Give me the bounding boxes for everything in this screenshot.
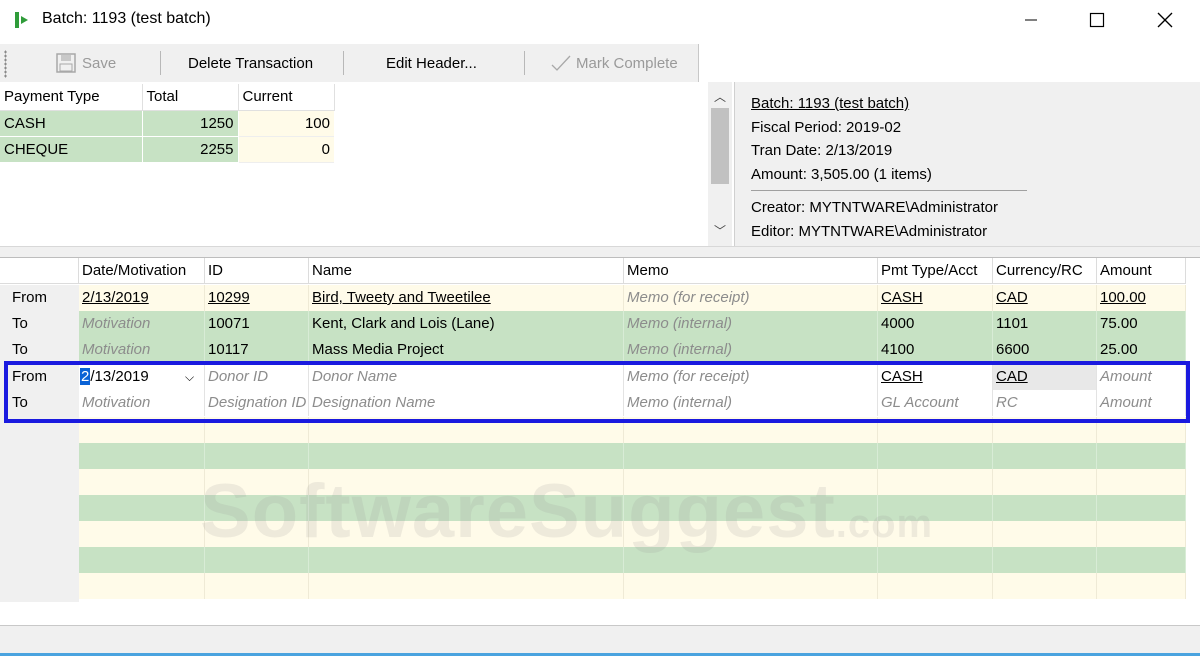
scrollbar-thumb[interactable]	[711, 108, 729, 184]
name-cell[interactable]: Kent, Clark and Lois (Lane)	[309, 311, 624, 337]
column-header-current[interactable]: Current	[238, 84, 335, 111]
toolbar-separator	[160, 51, 161, 75]
vertical-scrollbar[interactable]: ︿ ﹀	[708, 82, 732, 246]
toolbar: Save Delete Transaction Edit Header... M…	[0, 44, 699, 82]
minimize-icon	[1025, 19, 1037, 21]
checkmark-icon	[551, 55, 571, 71]
id-cell[interactable]: 10299	[205, 285, 309, 311]
currency-cell[interactable]: CAD	[993, 285, 1097, 311]
column-header-id[interactable]: ID	[205, 258, 309, 284]
table-row[interactable]: CASH 1250 100	[0, 110, 334, 137]
rc-cell[interactable]: 6600	[993, 337, 1097, 363]
divider	[751, 190, 1027, 191]
total-cell: 1250	[142, 110, 239, 137]
save-button[interactable]: Save	[56, 44, 116, 82]
batch-link[interactable]: Batch: 1193 (test batch)	[751, 92, 1027, 116]
status-bar	[0, 626, 1200, 656]
empty-row	[79, 443, 1186, 469]
batch-info-panel: Batch: 1193 (test batch) Fiscal Period: …	[751, 92, 1027, 243]
save-icon	[56, 53, 76, 73]
panel-splitter[interactable]	[0, 246, 1200, 258]
column-header-total[interactable]: Total	[142, 84, 239, 111]
total-cell: 2255	[142, 136, 239, 163]
title-bar: Batch: 1193 (test batch)	[0, 0, 1200, 40]
name-cell[interactable]: Mass Media Project	[309, 337, 624, 363]
empty-row	[79, 573, 1186, 599]
row-label: To	[12, 315, 28, 332]
memo-cell[interactable]: Memo (internal)	[624, 311, 878, 337]
row-label: To	[12, 341, 28, 358]
table-row[interactable]: Motivation 10117 Mass Media Project Memo…	[79, 337, 1186, 363]
editor: Editor: MYTNTWARE\Administrator	[751, 222, 988, 240]
column-header-pmt-type[interactable]: Pmt Type/Acct	[878, 258, 993, 284]
motivation-cell[interactable]: Motivation	[79, 337, 205, 363]
empty-row	[79, 469, 1186, 495]
amount-cell[interactable]: 75.00	[1097, 311, 1186, 337]
edit-header-button[interactable]: Edit Header...	[386, 44, 477, 82]
table-header-row: Payment Type Total Current	[0, 84, 335, 111]
name-cell[interactable]: Bird, Tweety and Tweetilee	[309, 285, 624, 311]
account-cell[interactable]: 4000	[878, 311, 993, 337]
motivation-cell[interactable]: Motivation	[79, 311, 205, 337]
column-header-payment-type[interactable]: Payment Type	[0, 84, 143, 111]
column-header-currency[interactable]: Currency/RC	[993, 258, 1097, 284]
payment-type-table: Payment Type Total Current CASH 1250 100…	[0, 84, 335, 163]
maximize-button[interactable]	[1064, 0, 1130, 40]
empty-row	[79, 521, 1186, 547]
close-button[interactable]	[1132, 0, 1198, 40]
delete-transaction-button[interactable]: Delete Transaction	[188, 44, 313, 82]
transaction-grid: Date/Motivation ID Name Memo Pmt Type/Ac…	[0, 258, 1200, 626]
scroll-up-icon[interactable]: ︿	[708, 88, 732, 105]
window-title: Batch: 1193 (test batch)	[42, 10, 211, 27]
amount-cell[interactable]: 25.00	[1097, 337, 1186, 363]
save-label: Save	[82, 54, 117, 72]
close-icon	[1157, 12, 1173, 28]
column-header-name[interactable]: Name	[309, 258, 624, 284]
table-row[interactable]: 2/13/2019 10299 Bird, Tweety and Tweetil…	[79, 285, 1186, 311]
mark-complete-button[interactable]: Mark Complete	[550, 44, 678, 82]
empty-row	[79, 495, 1186, 521]
toolbar-separator	[343, 51, 344, 75]
memo-cell[interactable]: Memo (internal)	[624, 337, 878, 363]
scroll-down-icon[interactable]: ﹀	[708, 222, 732, 239]
mark-complete-label: Mark Complete	[576, 54, 678, 72]
highlight-box	[4, 361, 1190, 423]
rc-cell[interactable]: 1101	[993, 311, 1097, 337]
memo-cell[interactable]: Memo (for receipt)	[624, 285, 878, 311]
table-row[interactable]: Motivation 10071 Kent, Clark and Lois (L…	[79, 311, 1186, 337]
batch-amount: Amount: 3,505.00 (1 items)	[751, 165, 932, 183]
amount-cell[interactable]: 100.00	[1097, 285, 1186, 311]
column-header-memo[interactable]: Memo	[624, 258, 878, 284]
id-cell[interactable]: 10071	[205, 311, 309, 337]
table-row[interactable]: CHEQUE 2255 0	[0, 136, 334, 163]
row-label: From	[12, 289, 47, 306]
batch-summary-area: Payment Type Total Current CASH 1250 100…	[0, 82, 1200, 246]
app-logo-icon	[15, 12, 28, 28]
date-cell[interactable]: 2/13/2019	[79, 285, 205, 311]
tran-date: Tran Date: 2/13/2019	[751, 142, 893, 159]
toolbar-grip[interactable]	[4, 50, 7, 78]
column-header-date-motivation[interactable]: Date/Motivation	[79, 258, 205, 284]
payment-type-panel: Payment Type Total Current CASH 1250 100…	[0, 82, 735, 246]
payment-type-cell: CHEQUE	[0, 136, 143, 163]
current-cell[interactable]: 0	[238, 136, 334, 163]
payment-type-cell: CASH	[0, 110, 143, 137]
empty-row	[79, 547, 1186, 573]
pmt-type-cell[interactable]: CASH	[878, 285, 993, 311]
maximize-icon	[1089, 12, 1105, 28]
creator: Creator: MYTNTWARE\Administrator	[751, 199, 998, 216]
current-cell[interactable]: 100	[238, 110, 334, 137]
row-header-corner	[0, 258, 79, 284]
fiscal-period: Fiscal Period: 2019-02	[751, 118, 902, 136]
toolbar-separator	[524, 51, 525, 75]
account-cell[interactable]: 4100	[878, 337, 993, 363]
minimize-button[interactable]	[998, 0, 1064, 40]
id-cell[interactable]: 10117	[205, 337, 309, 363]
column-header-amount[interactable]: Amount	[1097, 258, 1186, 284]
